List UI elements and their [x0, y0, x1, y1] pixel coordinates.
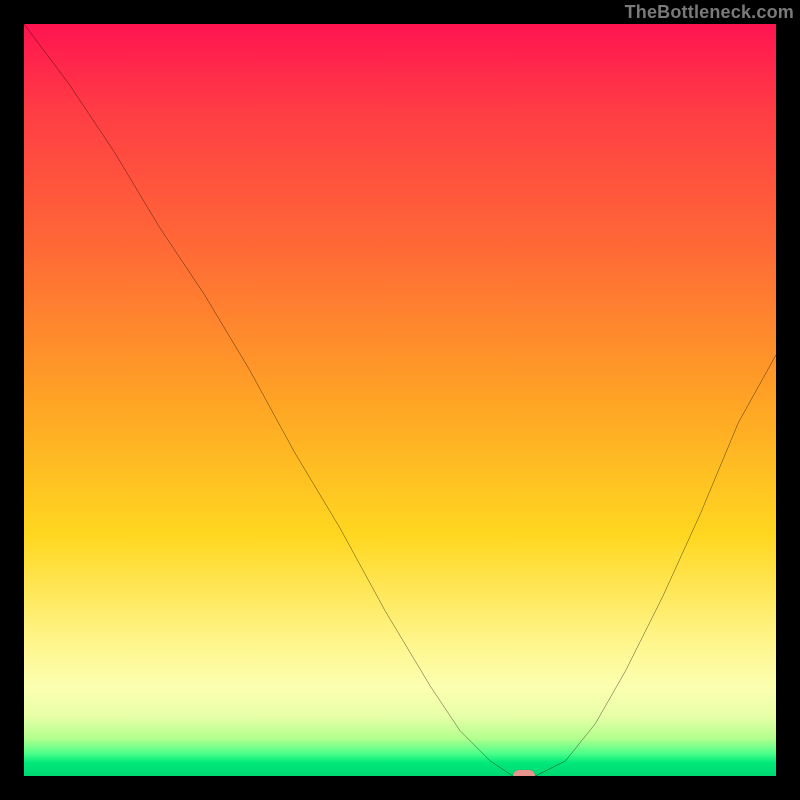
bottleneck-curve	[24, 24, 776, 776]
curve-path	[24, 24, 776, 776]
optimal-marker	[513, 770, 535, 776]
watermark-text: TheBottleneck.com	[625, 2, 794, 23]
plot-area	[24, 24, 776, 776]
chart-container: TheBottleneck.com	[0, 0, 800, 800]
